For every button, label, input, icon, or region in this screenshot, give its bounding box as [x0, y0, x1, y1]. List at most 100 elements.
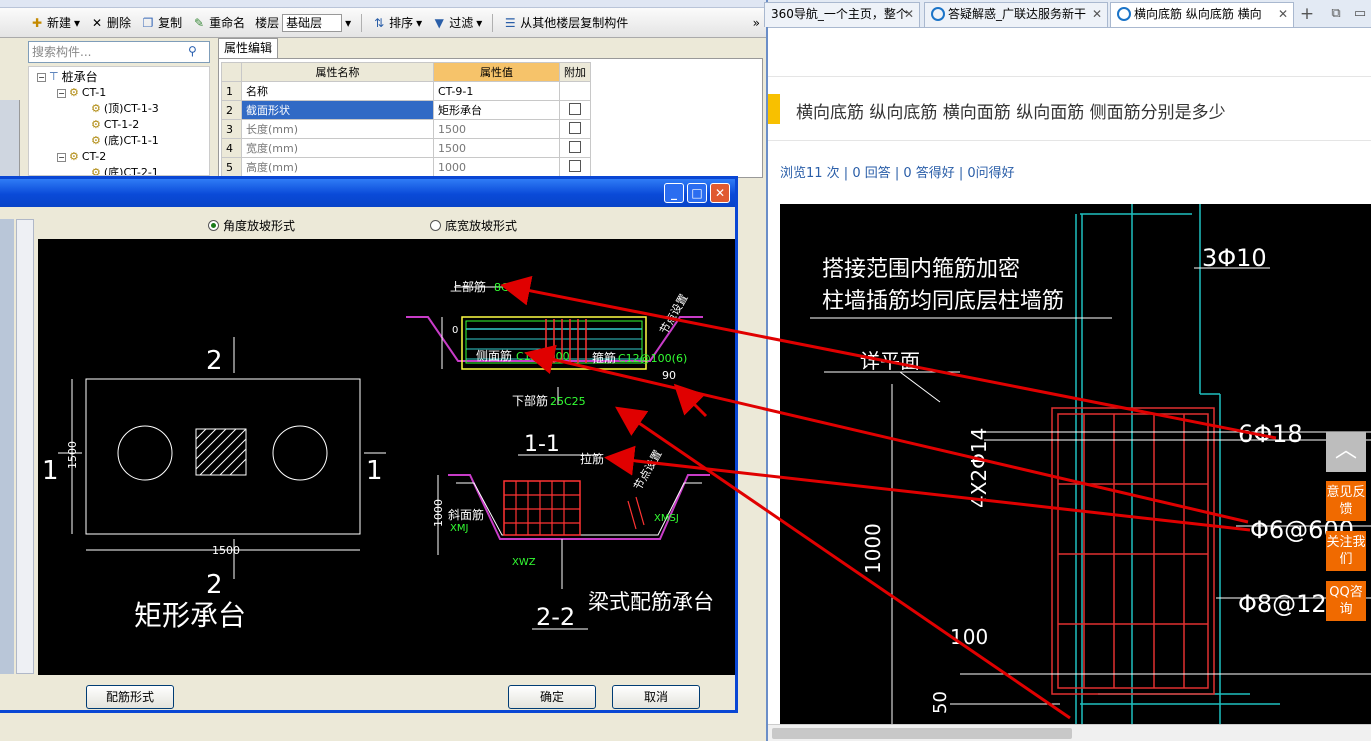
table-row[interactable]: 3 长度(mm) 1500 — [221, 119, 591, 139]
search-icon[interactable]: ⚲ — [188, 44, 206, 62]
gear-icon: ⚙ — [69, 150, 79, 163]
horizontal-scrollbar[interactable] — [768, 724, 1371, 741]
more-icon[interactable]: » — [753, 16, 760, 30]
delete-button[interactable]: ✕ 删除 — [90, 14, 131, 31]
tree-node[interactable]: ⚙ CT-1-2 — [91, 117, 139, 133]
extra-checkbox[interactable] — [569, 102, 581, 115]
tree-node[interactable]: ⚙ (顶)CT-1-3 — [91, 101, 159, 117]
cad-4x2phi14: 4X2Φ14 — [967, 428, 991, 508]
feedback-button[interactable]: 意见反馈 — [1326, 481, 1366, 521]
table-header: 属性名称 属性值 附加 — [221, 62, 591, 82]
dialog-titlebar[interactable]: _ □ ✕ — [0, 179, 735, 207]
tab-current-question[interactable]: 横向底筋 纵向底筋 横向 ✕ — [1110, 2, 1294, 27]
new-tab-icon[interactable]: + — [1296, 4, 1318, 24]
pile-cap-drawing: 2 2 1 1 1500 1500 矩形承台 上部筋 8C18 侧面筋 C12@… — [42, 279, 714, 632]
scroll-thumb[interactable] — [772, 728, 1072, 739]
tree-node[interactable]: ⚙ (底)CT-1-1 — [91, 133, 159, 149]
tree-node[interactable]: − ⚙ CT-1 — [57, 85, 106, 101]
cad-drawing: 搭接范围内箍筋加密 柱墙插筋均同底层柱墙筋 3Φ10 详平面 6Φ18 Φ6@6… — [810, 204, 1371, 724]
new-button[interactable]: ✚ 新建 ▾ — [30, 14, 80, 31]
tree-root[interactable]: − ⊤ 桩承台 — [37, 69, 98, 85]
search-input[interactable]: 搜索构件... — [28, 41, 210, 63]
radio-checked-icon — [208, 220, 219, 231]
sort-button[interactable]: ⇅ 排序 ▾ — [372, 14, 422, 31]
vertical-scrollbar[interactable] — [16, 219, 34, 674]
cad-dim-50: 50 — [930, 691, 951, 714]
collapse-icon[interactable]: − — [57, 152, 66, 162]
chevron-down-icon: ▾ — [416, 15, 423, 30]
minimize-icon[interactable]: _ — [664, 183, 684, 203]
gap-label: 0 — [452, 325, 458, 336]
sort-icon: ⇅ — [374, 15, 385, 30]
radio-width-slope[interactable]: 底宽放坡形式 — [430, 217, 517, 234]
filter-button[interactable]: ▼ 过滤 ▾ — [432, 14, 483, 31]
extra-checkbox[interactable] — [569, 140, 581, 153]
rename-button[interactable]: ✎ 重命名 — [192, 14, 245, 31]
cad-3phi10: 3Φ10 — [1202, 244, 1267, 272]
follow-us-button[interactable]: 关注我们 — [1326, 531, 1366, 571]
side-panel — [0, 219, 14, 674]
tab-360-nav[interactable]: 360导航_一个主页，整个 ✕ — [764, 2, 920, 27]
angle-label: 90 — [662, 369, 676, 382]
tab-menu-icon[interactable]: ▭ — [1350, 4, 1370, 24]
cad-6phi18: 6Φ18 — [1238, 420, 1303, 448]
section-title-1: 1-1 — [524, 432, 560, 457]
extra-checkbox[interactable] — [569, 121, 581, 134]
tree-node[interactable]: ⚙ (底)CT-2-1 — [91, 165, 159, 176]
close-tab-icon[interactable]: ✕ — [1278, 3, 1288, 26]
tab-property-edit[interactable]: 属性编辑 — [218, 38, 278, 58]
property-table: 属性名称 属性值 附加 1 名称 CT-9-1 2 截面形状 矩形承台 3 长度… — [221, 62, 591, 177]
separator — [361, 13, 363, 32]
section-title-2: 2-2 — [536, 603, 575, 631]
pile-cap-icon: ⊤ — [49, 70, 59, 83]
value-bottom-bar: 25C25 — [550, 395, 586, 408]
copy-icon: ❐ — [142, 15, 154, 30]
extra-checkbox[interactable] — [569, 159, 581, 172]
browser-e-icon — [931, 7, 945, 21]
new-icon: ✚ — [31, 15, 43, 30]
ok-button[interactable]: 确定 — [508, 685, 596, 709]
rebar-form-button[interactable]: 配筋形式 — [86, 685, 174, 709]
restore-tab-icon[interactable]: ⧉ — [1326, 4, 1346, 24]
value-side-bar: C12@200 — [516, 350, 570, 363]
label-tie-bar: 拉筋 — [580, 451, 604, 466]
section-mark-top: 2 — [206, 346, 223, 376]
table-row[interactable]: 1 名称 CT-9-1 — [221, 81, 591, 101]
cad-note-2: 柱墙插筋均同底层柱墙筋 — [822, 289, 1064, 314]
question-title: 横向底筋 纵向底筋 横向面筋 纵向面筋 侧面筋分别是多少 — [796, 103, 1226, 123]
header-value: 属性值 — [433, 62, 560, 82]
close-tab-icon[interactable]: ✕ — [1092, 3, 1102, 26]
copy-button[interactable]: ❐ 复制 — [141, 14, 182, 31]
gear-icon: ⚙ — [69, 86, 79, 99]
maximize-icon[interactable]: □ — [687, 183, 707, 203]
cad-dim-1000: 1000 — [861, 523, 885, 574]
table-row[interactable]: 4 宽度(mm) 1500 — [221, 138, 591, 158]
tab-qa-glodon[interactable]: 答疑解惑_广联达服务新干 ✕ — [924, 2, 1108, 27]
cad-detail-plan: 详平面 — [860, 349, 920, 373]
value-top-bar: 8C18 — [494, 281, 523, 294]
back-to-top-icon[interactable]: ︿ — [1326, 432, 1366, 472]
floor-selector[interactable]: 楼层 基础层 ▾ — [255, 13, 351, 32]
header-extra: 附加 — [559, 62, 591, 82]
qq-consult-button[interactable]: QQ咨询 — [1326, 581, 1366, 621]
collapse-icon[interactable]: − — [57, 88, 66, 98]
section-mark-left: 1 — [42, 456, 59, 486]
gear-icon: ⚙ — [91, 102, 101, 115]
node-setting-2: 节点设置 — [631, 448, 664, 493]
gear-icon: ⚙ — [91, 134, 101, 147]
label-bottom-bar: 下部筋 — [512, 393, 548, 408]
copy-from-floor-button[interactable]: ☰ 从其他楼层复制构件 — [503, 14, 628, 31]
close-icon[interactable]: ✕ — [710, 183, 730, 203]
tree-node[interactable]: − ⚙ CT-2 — [57, 149, 106, 165]
collapse-icon[interactable]: − — [37, 72, 46, 82]
gear-icon: ⚙ — [91, 166, 101, 176]
question-stats[interactable]: 浏览11 次 | 0 回答 | 0 答得好 | 0问得好 — [780, 162, 1015, 181]
table-row[interactable]: 5 高度(mm) 1000 — [221, 157, 591, 177]
floor-select[interactable]: 基础层 — [282, 13, 343, 32]
separator — [492, 13, 494, 32]
radio-angle-slope[interactable]: 角度放坡形式 — [208, 217, 295, 234]
table-row[interactable]: 2 截面形状 矩形承台 — [221, 100, 591, 120]
close-tab-icon[interactable]: ✕ — [904, 3, 914, 26]
drawing-canvas[interactable]: 2 2 1 1 1500 1500 矩形承台 上部筋 8C18 侧面筋 C12@… — [38, 239, 735, 675]
cancel-button[interactable]: 取消 — [612, 685, 700, 709]
